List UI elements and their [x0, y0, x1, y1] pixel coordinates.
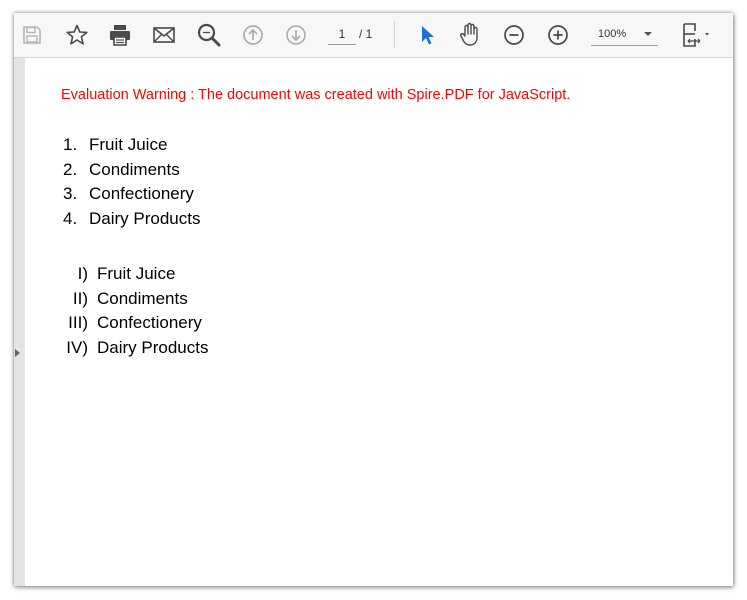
print-button[interactable]	[107, 22, 133, 48]
page-number-input[interactable]: 1	[328, 24, 356, 45]
next-page-button[interactable]	[283, 22, 309, 48]
list-marker: 3.	[63, 184, 78, 204]
previous-page-button[interactable]	[240, 22, 266, 48]
list-text: Dairy Products	[97, 338, 209, 358]
hand-tool-icon	[460, 22, 478, 46]
zoom-select[interactable]: 100%	[591, 23, 658, 46]
list-marker: IV)	[66, 338, 88, 358]
select-pointer-icon	[422, 26, 434, 45]
toolbar-separator	[394, 21, 395, 48]
chevron-right-icon	[15, 349, 20, 357]
previous-page-icon	[243, 25, 263, 45]
toolbar: 1 / 1 100%	[14, 13, 733, 58]
page-total: / 1	[359, 27, 373, 41]
zoom-in-button[interactable]	[545, 22, 571, 48]
zoom-value: 100%	[598, 28, 627, 40]
next-page-icon	[286, 25, 306, 45]
evaluation-warning: Evaluation Warning : The document was cr…	[61, 87, 571, 103]
sidebar-toggle[interactable]	[14, 58, 25, 586]
bookmark-button[interactable]	[64, 22, 90, 48]
hand-tool-button[interactable]	[457, 22, 483, 48]
list-marker: II)	[72, 288, 88, 308]
list-text: Condiments	[97, 288, 188, 308]
page-fit-button[interactable]	[677, 22, 717, 48]
select-tool-button[interactable]	[414, 22, 440, 48]
pdf-viewer-window: 1 / 1 100% Evaluation Warning: The docu…	[14, 13, 733, 586]
page-fit-icon	[683, 23, 709, 47]
list-text: Condiments	[89, 159, 180, 179]
chevron-down-icon	[644, 32, 652, 36]
bookmark-star-icon	[66, 24, 88, 45]
email-button[interactable]	[151, 22, 177, 48]
save-icon	[23, 26, 41, 44]
email-icon	[153, 27, 175, 43]
zoom-out-button[interactable]	[501, 22, 527, 48]
document-page: Evaluation Warning : The document was cr…	[25, 58, 733, 586]
list-marker: 2.	[63, 159, 78, 179]
zoom-out-icon	[504, 25, 524, 45]
search-icon	[197, 23, 221, 47]
list-text: Dairy Products	[89, 209, 201, 229]
list-text: Fruit Juice	[97, 264, 176, 283]
list-marker: 1.	[63, 135, 78, 154]
search-button[interactable]	[196, 22, 222, 48]
print-icon	[110, 25, 130, 46]
list-text: Fruit Juice	[89, 135, 168, 154]
list-text: Confectionery	[97, 313, 202, 333]
list-marker: 4.	[63, 209, 78, 229]
save-button[interactable]	[19, 22, 45, 48]
list-marker: I)	[77, 264, 88, 283]
list-text: Confectionery	[89, 184, 194, 204]
list-marker: III)	[68, 313, 88, 333]
zoom-in-icon	[548, 25, 568, 45]
